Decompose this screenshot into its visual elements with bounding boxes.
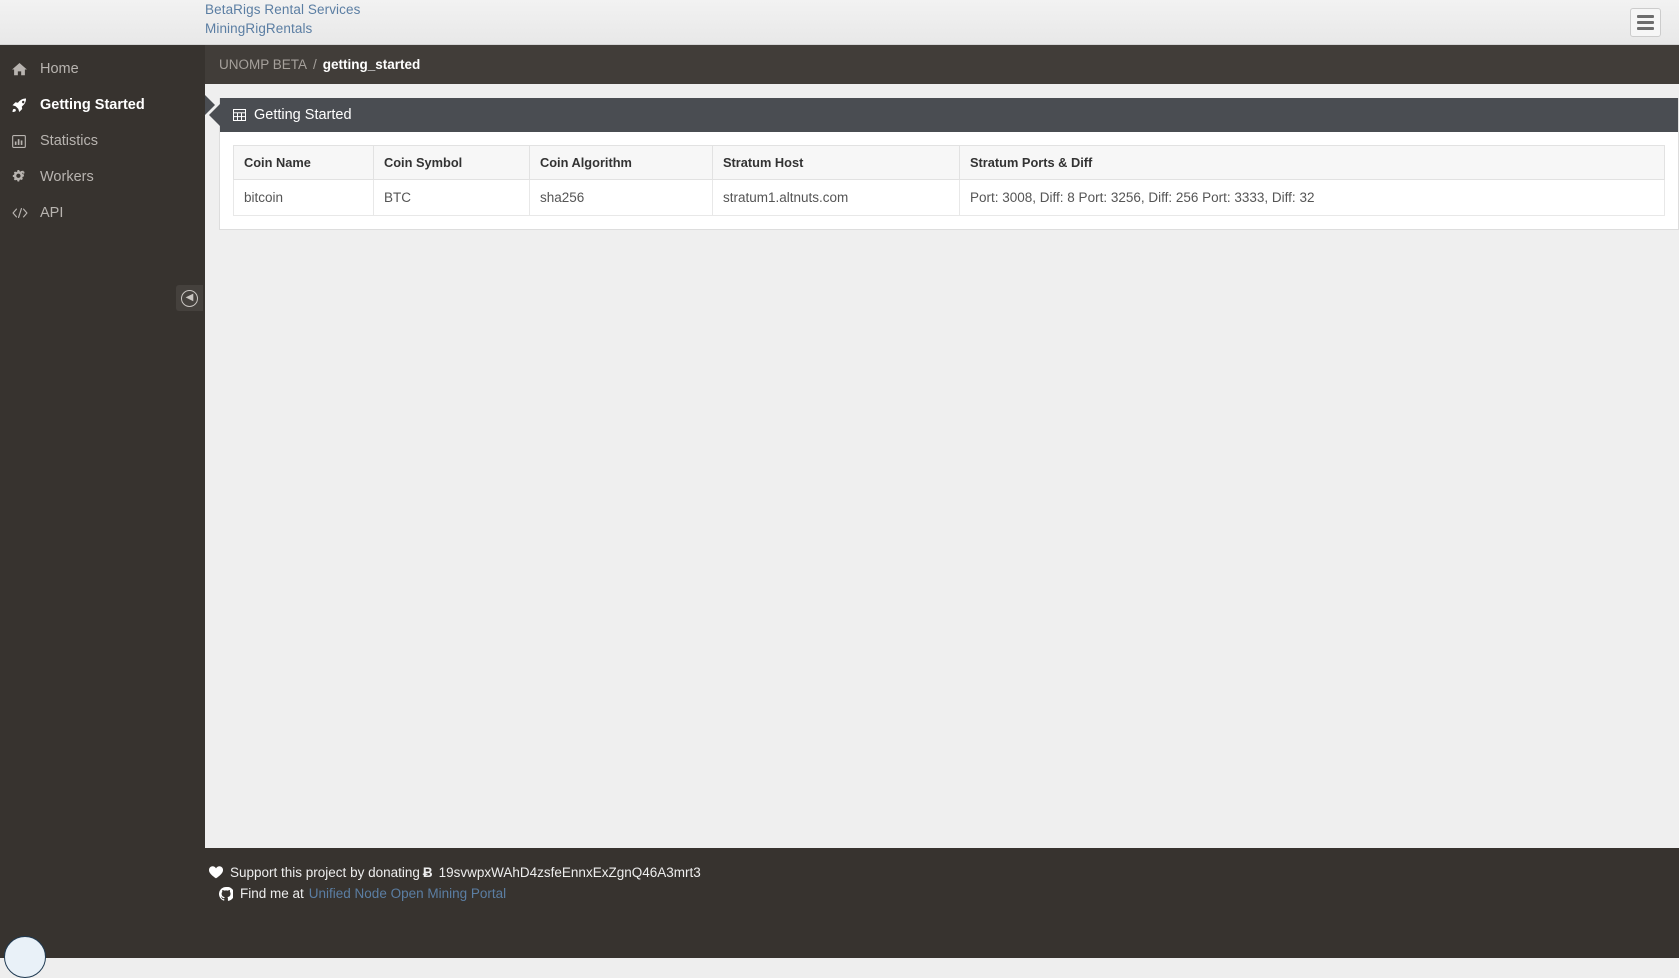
getting-started-panel: Getting Started Coin Name Coin Symbol Co…	[219, 98, 1679, 230]
getting-started-table: Coin Name Coin Symbol Coin Algorithm Str…	[233, 145, 1665, 216]
sidebar-item-api-label: API	[40, 206, 63, 221]
column-header-coin-name: Coin Name	[234, 146, 374, 180]
main-content-area: UNOMP BETA / getting_started Getting Sta…	[205, 45, 1679, 958]
sidebar-item-home-label: Home	[40, 62, 79, 77]
table-grid-icon	[233, 109, 246, 121]
breadcrumb-root[interactable]: UNOMP BETA	[219, 57, 307, 72]
sidebar-nav: Home Getting Started Statistics	[0, 45, 205, 231]
sidebar: Home Getting Started Statistics	[0, 45, 205, 958]
sidebar-item-workers[interactable]: Workers	[0, 159, 205, 195]
panel-body: Coin Name Coin Symbol Coin Algorithm Str…	[220, 132, 1678, 229]
support-chat-widget[interactable]	[4, 936, 46, 978]
cell-coin-name: bitcoin	[234, 180, 374, 216]
table-header-row: Coin Name Coin Symbol Coin Algorithm Str…	[234, 146, 1665, 180]
rocket-icon	[12, 98, 34, 112]
footer-unomp-link[interactable]: Unified Node Open Mining Portal	[309, 883, 506, 904]
bar-chart-icon	[12, 135, 34, 148]
footer-findme-text: Find me at	[240, 883, 304, 904]
table-head: Coin Name Coin Symbol Coin Algorithm Str…	[234, 146, 1665, 180]
github-icon	[219, 887, 233, 901]
breadcrumb-current: getting_started	[323, 57, 421, 72]
sidebar-item-statistics[interactable]: Statistics	[0, 123, 205, 159]
cell-stratum-host: stratum1.altnuts.com	[713, 180, 960, 216]
gears-icon	[12, 170, 34, 184]
sidebar-item-home[interactable]: Home	[0, 51, 205, 87]
header-brand-links: BetaRigs Rental Services MiningRigRental…	[205, 1, 360, 38]
heart-icon	[209, 866, 223, 879]
home-icon	[12, 63, 34, 76]
hamburger-icon-bar-1	[1637, 15, 1654, 18]
table-body: bitcoin BTC sha256 stratum1.altnuts.com …	[234, 180, 1665, 216]
page-content: Getting Started Coin Name Coin Symbol Co…	[205, 84, 1679, 868]
breadcrumb: UNOMP BETA / getting_started	[205, 45, 1679, 84]
column-header-coin-symbol: Coin Symbol	[374, 146, 530, 180]
footer-donate-text: Support this project by donating	[230, 862, 420, 883]
hamburger-icon-bar-2	[1637, 21, 1654, 24]
sidebar-item-getting-started[interactable]: Getting Started	[0, 87, 205, 123]
top-header-bar: BetaRigs Rental Services MiningRigRental…	[0, 0, 1679, 45]
sidebar-collapse-button[interactable]: ◀	[176, 285, 203, 311]
footer-btc-address[interactable]: 19svwpxWAhD4zsfeEnnxExZgnQ46A3mrt3	[439, 862, 701, 883]
header-link-betarigs[interactable]: BetaRigs Rental Services	[205, 1, 360, 20]
code-icon	[12, 207, 34, 219]
footer-findme-line: Find me at Unified Node Open Mining Port…	[205, 883, 1679, 904]
sidebar-item-api[interactable]: API	[0, 195, 205, 231]
sidebar-item-workers-label: Workers	[40, 170, 94, 185]
panel-header: Getting Started	[220, 98, 1678, 132]
hamburger-menu-button[interactable]	[1630, 8, 1661, 37]
header-link-miningrigrentals[interactable]: MiningRigRentals	[205, 20, 360, 39]
footer-donate-line: Support this project by donating Ƀ 19svw…	[205, 862, 1679, 883]
column-header-coin-algorithm: Coin Algorithm	[530, 146, 713, 180]
column-header-stratum-ports: Stratum Ports & Diff	[960, 146, 1665, 180]
cell-coin-symbol: BTC	[374, 180, 530, 216]
arrow-circle-left-icon: ◀	[181, 290, 198, 307]
cell-coin-algorithm: sha256	[530, 180, 713, 216]
breadcrumb-separator: /	[313, 57, 317, 72]
sidebar-item-statistics-label: Statistics	[40, 134, 98, 149]
table-row: bitcoin BTC sha256 stratum1.altnuts.com …	[234, 180, 1665, 216]
sidebar-item-getting-started-label: Getting Started	[40, 98, 145, 113]
panel-title: Getting Started	[254, 107, 352, 123]
page-footer: Support this project by donating Ƀ 19svw…	[0, 848, 1679, 958]
cell-stratum-ports: Port: 3008, Diff: 8 Port: 3256, Diff: 25…	[960, 180, 1665, 216]
column-header-stratum-host: Stratum Host	[713, 146, 960, 180]
bitcoin-icon: Ƀ	[423, 862, 433, 883]
hamburger-icon-bar-3	[1637, 27, 1654, 30]
